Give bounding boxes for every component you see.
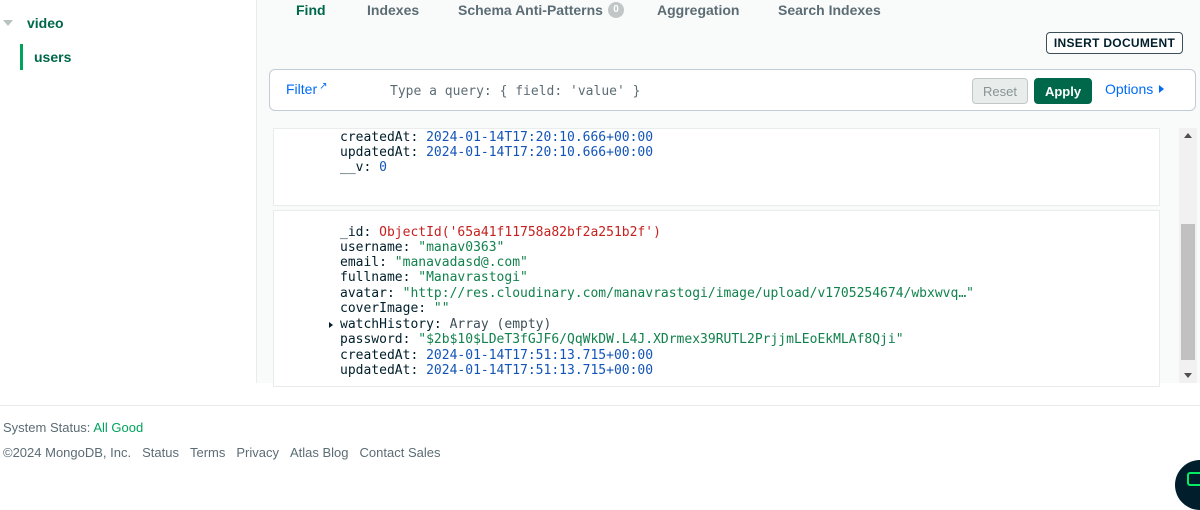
tab-label: Find xyxy=(296,2,326,18)
doc-field: coverImage: "" xyxy=(340,301,450,316)
field-key: __v: xyxy=(340,160,372,175)
doc-field: createdAt: 2024-01-14T17:51:13.715+00:00 xyxy=(340,348,653,363)
doc-field: username: "manav0363" xyxy=(340,240,504,255)
filter-link[interactable]: Filter ↗ xyxy=(286,81,328,97)
document-card[interactable]: createdAt: 2024-01-14T17:20:10.666+00:00… xyxy=(273,128,1160,206)
footer-link-privacy[interactable]: Privacy xyxy=(236,445,279,460)
document-card[interactable]: _id: ObjectId('65a41f11758a82bf2a251b2f'… xyxy=(273,210,1160,387)
footer-link-contact-sales[interactable]: Contact Sales xyxy=(360,445,441,460)
doc-field: fullname: "Manavrastogi" xyxy=(340,270,528,285)
field-value: "" xyxy=(433,301,450,316)
doc-field: updatedAt: 2024-01-14T17:51:13.715+00:00 xyxy=(340,363,653,378)
reset-button[interactable]: Reset xyxy=(972,78,1028,104)
scroll-up-arrow-icon[interactable] xyxy=(1184,133,1192,138)
doc-field: updatedAt: 2024-01-14T17:20:10.666+00:00 xyxy=(340,145,653,160)
field-value: "$2b$10$LDeT3fGJF6/QqWkDW.L4J.XDrmex39RU… xyxy=(418,332,904,347)
sidebar-item-collection[interactable]: users xyxy=(20,44,71,70)
field-key: username: xyxy=(340,240,411,255)
system-status: System Status: All Good xyxy=(3,420,143,435)
doc-field: __v: 0 xyxy=(340,160,387,175)
scroll-down-arrow-icon[interactable] xyxy=(1184,373,1192,378)
tab-schema-anti-patterns[interactable]: Schema Anti-Patterns 0 xyxy=(458,2,624,18)
expand-caret-icon[interactable] xyxy=(329,322,333,328)
tab-label: Search Indexes xyxy=(778,2,881,18)
collection-name: users xyxy=(34,49,72,65)
doc-field: _id: ObjectId('65a41f11758a82bf2a251b2f'… xyxy=(340,225,661,240)
field-value: "http://res.cloudinary.com/manavrastogi/… xyxy=(402,286,974,301)
filter-bar: Filter↗ Reset Apply Options xyxy=(269,69,1196,111)
field-key: createdAt: xyxy=(340,348,419,363)
field-key: coverImage: xyxy=(340,301,427,316)
field-value: 2024-01-14T17:51:13.715+00:00 xyxy=(426,348,654,363)
chat-button[interactable] xyxy=(1175,460,1200,510)
field-value: 2024-01-14T17:51:13.715+00:00 xyxy=(426,363,654,378)
external-link-icon: ↗ xyxy=(319,81,328,92)
field-key: email: xyxy=(340,255,387,270)
tab-label: Schema Anti-Patterns xyxy=(458,2,603,18)
field-value: "Manavrastogi" xyxy=(418,270,528,285)
field-value: 2024-01-14T17:20:10.666+00:00 xyxy=(426,130,654,145)
filter-label: Filter xyxy=(286,81,318,97)
database-name: video xyxy=(27,15,64,31)
field-key: updatedAt: xyxy=(340,363,419,378)
doc-field: email: "manavadasd@.com" xyxy=(340,255,528,270)
field-value: 0 xyxy=(379,160,387,175)
chevron-down-icon[interactable] xyxy=(3,20,13,26)
field-key: avatar: xyxy=(340,286,395,301)
doc-field: createdAt: 2024-01-14T17:20:10.666+00:00 xyxy=(340,130,653,145)
field-key: updatedAt: xyxy=(340,145,419,160)
caret-right-icon xyxy=(1159,85,1165,93)
copyright-text: ©2024 MongoDB, Inc. xyxy=(3,445,132,460)
sidebar-item-database[interactable]: video xyxy=(0,12,64,34)
options-toggle[interactable]: Options xyxy=(1105,81,1165,97)
field-key: createdAt: xyxy=(340,130,419,145)
apply-button[interactable]: Apply xyxy=(1034,78,1092,104)
field-key: watchHistory: xyxy=(340,317,442,332)
field-value: 2024-01-14T17:20:10.666+00:00 xyxy=(426,145,654,160)
doc-field[interactable]: watchHistory: Array (empty) xyxy=(340,317,551,332)
tab-search-indexes[interactable]: Search Indexes xyxy=(778,2,881,18)
count-badge: 0 xyxy=(607,2,624,18)
status-label: System Status: xyxy=(3,420,91,435)
tab-indexes[interactable]: Indexes xyxy=(367,2,419,18)
insert-document-button[interactable]: INSERT DOCUMENT xyxy=(1046,32,1183,54)
doc-field: password: "$2b$10$LDeT3fGJF6/QqWkDW.L4J.… xyxy=(340,332,904,347)
footer-link-status[interactable]: Status xyxy=(142,445,179,460)
tab-bar: Find Indexes Schema Anti-Patterns 0 Aggr… xyxy=(257,0,1200,22)
footer-divider xyxy=(0,405,1200,406)
field-value: ObjectId('65a41f11758a82bf2a251b2f') xyxy=(379,225,661,240)
field-key: password: xyxy=(340,332,411,347)
main-panel: Find Indexes Schema Anti-Patterns 0 Aggr… xyxy=(257,0,1200,387)
tab-label: Indexes xyxy=(367,2,420,18)
tab-aggregation[interactable]: Aggregation xyxy=(657,2,739,18)
field-value: Array (empty) xyxy=(449,317,552,332)
footer-links: ©2024 MongoDB, Inc. Status Terms Privacy… xyxy=(3,445,440,460)
field-key: _id: xyxy=(340,225,372,240)
query-input[interactable] xyxy=(388,79,962,103)
field-value: "manavadasd@.com" xyxy=(394,255,528,270)
field-value: "manav0363" xyxy=(418,240,505,255)
options-label: Options xyxy=(1105,81,1154,97)
footer-link-atlas-blog[interactable]: Atlas Blog xyxy=(290,445,349,460)
tab-label: Aggregation xyxy=(657,2,740,18)
results-scrollbar[interactable] xyxy=(1179,128,1197,383)
scroll-thumb[interactable] xyxy=(1181,224,1195,360)
chat-icon xyxy=(1187,472,1200,486)
status-value-link[interactable]: All Good xyxy=(93,420,143,435)
doc-field: avatar: "http://res.cloudinary.com/manav… xyxy=(340,286,974,301)
tab-find[interactable]: Find xyxy=(296,2,326,18)
footer-link-terms[interactable]: Terms xyxy=(190,445,225,460)
sidebar: video users xyxy=(0,0,257,383)
field-key: fullname: xyxy=(340,270,411,285)
